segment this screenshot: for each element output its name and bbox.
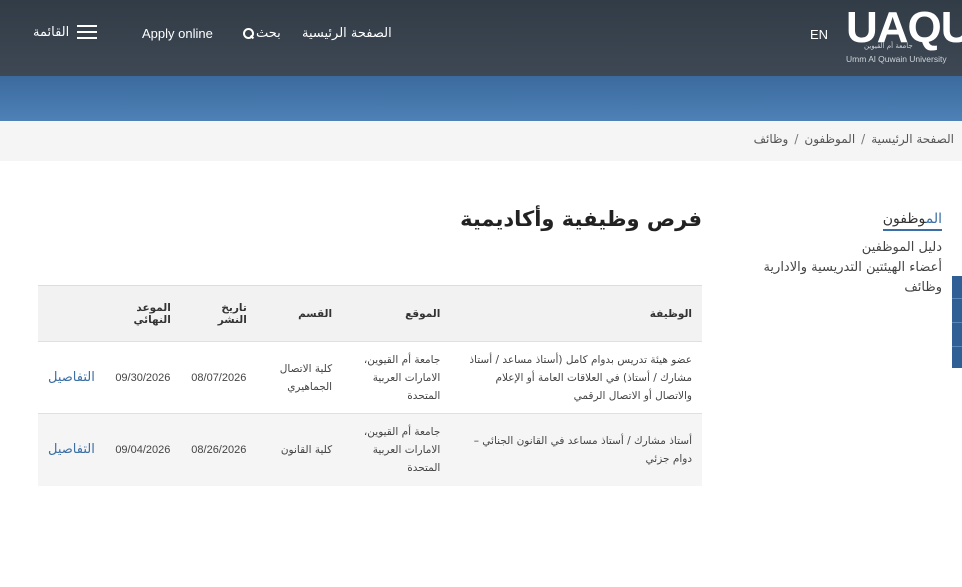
breadcrumb-bar: الصفحة الرئيسية / الموظفون / وظائف	[0, 121, 962, 161]
header-department: القسم	[256, 285, 343, 342]
job-deadline-date: 09/30/2026	[104, 341, 181, 414]
page-title: فرص وظيفية وأكاديمية	[460, 207, 702, 231]
jobs-table: الوظيفة الموقع القسم تاريخ النشر الموعد …	[38, 285, 702, 486]
search-icon	[242, 27, 254, 40]
job-location: جامعة أم القيوين، الامارات العربية المتح…	[342, 341, 451, 414]
breadcrumb-home[interactable]: الصفحة الرئيسية	[871, 132, 954, 146]
menu-label: القائمة	[33, 24, 70, 40]
sidebar: الموظفون دليل الموظفين أعضاء الهيئتين ال…	[740, 208, 942, 297]
table-row: أستاذ مشارك / أستاذ مساعد في القانون الج…	[38, 413, 702, 486]
sidebar-title-rest: وظفون	[882, 211, 926, 227]
job-published-date: 08/26/2026	[180, 413, 257, 486]
breadcrumb-separator: /	[861, 132, 866, 146]
header-location: الموقع	[342, 285, 451, 342]
page-banner	[0, 76, 962, 121]
logo-subtitle: Umm Al Quwain University	[846, 54, 947, 64]
sidebar-link-jobs[interactable]: وظائف	[740, 279, 942, 297]
nav-home-link[interactable]: الصفحة الرئيسية	[302, 26, 392, 41]
sidebar-title: الموظفون	[882, 211, 942, 231]
job-deadline-date: 09/04/2026	[104, 413, 181, 486]
top-header: UAQU جامعة أم القيوين Umm Al Quwain Univ…	[0, 0, 962, 76]
job-details-cell: التفاصيل	[38, 341, 105, 414]
breadcrumb-separator: /	[794, 132, 799, 146]
job-title: أستاذ مشارك / أستاذ مساعد في القانون الج…	[450, 413, 702, 486]
header-deadline: الموعد النهائي	[104, 285, 181, 342]
breadcrumb-current: وظائف	[753, 132, 789, 146]
hamburger-icon	[77, 24, 98, 40]
university-logo[interactable]: UAQU جامعة أم القيوين Umm Al Quwain Univ…	[846, 4, 962, 66]
apply-online-link[interactable]: Apply online	[142, 26, 213, 41]
header-details	[38, 285, 105, 342]
job-published-date: 08/07/2026	[180, 341, 257, 414]
header-job: الوظيفة	[450, 285, 702, 342]
job-department: كلية الاتصال الجماهيري	[256, 341, 343, 414]
header-published: تاريخ النشر	[180, 285, 257, 342]
logo-arabic-text: جامعة أم القيوين	[864, 42, 913, 50]
table-row: عضو هيئة تدريس بدوام كامل (أستاذ مساعد /…	[38, 341, 702, 414]
job-title: عضو هيئة تدريس بدوام كامل (أستاذ مساعد /…	[450, 341, 702, 414]
side-floating-tab[interactable]	[952, 276, 962, 368]
breadcrumb-staff[interactable]: الموظفون	[804, 132, 855, 146]
details-link[interactable]: التفاصيل	[48, 442, 95, 457]
job-department: كلية القانون	[256, 413, 343, 486]
sidebar-title-accent: الم	[925, 211, 942, 227]
job-details-cell: التفاصيل	[38, 413, 105, 486]
nav-search-link[interactable]: بحث	[242, 26, 281, 41]
menu-button[interactable]: القائمة	[33, 24, 98, 40]
nav-search-label: بحث	[256, 26, 281, 41]
sidebar-link-staff-directory[interactable]: دليل الموظفين	[740, 239, 942, 257]
table-header-row: الوظيفة الموقع القسم تاريخ النشر الموعد …	[38, 285, 702, 342]
sidebar-link-faculty[interactable]: أعضاء الهيئتين التدريسية والادارية	[740, 259, 942, 277]
language-toggle[interactable]: EN	[810, 27, 828, 42]
breadcrumb: الصفحة الرئيسية / الموظفون / وظائف	[754, 132, 954, 146]
details-link[interactable]: التفاصيل	[48, 370, 95, 385]
job-location: جامعة أم القيوين، الامارات العربية المتح…	[342, 413, 451, 486]
